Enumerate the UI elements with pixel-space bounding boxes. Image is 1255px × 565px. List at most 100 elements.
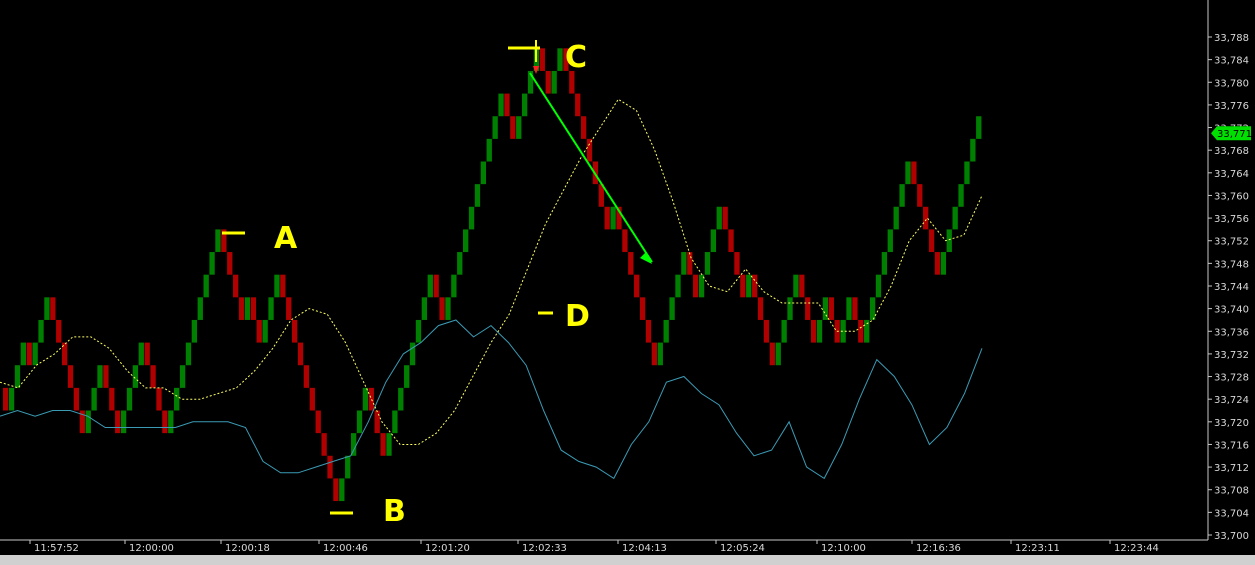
renko-brick-down bbox=[923, 206, 929, 230]
renko-brick-up bbox=[704, 252, 711, 275]
renko-brick-up bbox=[97, 365, 103, 388]
renko-brick-up bbox=[203, 274, 209, 298]
renko-brick-down bbox=[911, 161, 917, 185]
price-tick-label: 33,728 bbox=[1214, 373, 1249, 384]
price-tick-label: 33,720 bbox=[1214, 418, 1249, 429]
renko-brick-up bbox=[262, 319, 268, 343]
renko-brick-up bbox=[415, 319, 422, 343]
renko-brick-down bbox=[693, 274, 699, 298]
renko-brick-down bbox=[309, 387, 315, 411]
renko-brick-down bbox=[291, 319, 298, 343]
renko-brick-down bbox=[103, 365, 109, 388]
time-tick-label: 12:00:18 bbox=[225, 543, 270, 554]
renko-brick-up bbox=[492, 116, 498, 139]
time-tick-label: 12:10:00 bbox=[821, 543, 866, 554]
renko-brick-down bbox=[728, 229, 734, 253]
renko-brick-up bbox=[498, 93, 504, 117]
renko-brick-up bbox=[905, 161, 911, 185]
price-tick-label: 33,716 bbox=[1214, 440, 1249, 451]
time-tick-label: 12:00:46 bbox=[323, 543, 368, 554]
renko-brick-down bbox=[504, 93, 510, 117]
renko-brick-down bbox=[73, 387, 80, 411]
renko-brick-up bbox=[816, 319, 823, 343]
renko-brick-down bbox=[321, 433, 327, 456]
renko-brick-up bbox=[215, 229, 221, 253]
renko-brick-up bbox=[451, 274, 457, 298]
time-tick-label: 12:02:33 bbox=[522, 543, 567, 554]
price-tick-label: 33,788 bbox=[1214, 33, 1249, 44]
renko-brick-up bbox=[404, 365, 410, 388]
renko-brick-up bbox=[710, 229, 717, 253]
price-axis: 33,78833,78433,78033,77633,77233,76833,7… bbox=[1207, 0, 1252, 542]
renko-brick-down bbox=[150, 365, 156, 388]
renko-brick-up bbox=[174, 387, 180, 411]
renko-brick-down bbox=[928, 229, 935, 253]
renko-brick-down bbox=[852, 297, 858, 320]
renko-brick-down bbox=[757, 297, 764, 320]
renko-brick-down bbox=[297, 342, 304, 366]
renko-brick-up bbox=[746, 274, 752, 298]
renko-brick-down bbox=[162, 410, 168, 434]
renko-brick-up bbox=[274, 274, 280, 298]
renko-brick-down bbox=[56, 319, 62, 343]
renko-brick-up bbox=[409, 342, 416, 366]
annotation-label-a: A bbox=[274, 221, 298, 256]
time-tick-label: 12:05:24 bbox=[720, 543, 765, 554]
renko-brick-up bbox=[681, 252, 687, 275]
time-tick-label: 12:01:20 bbox=[425, 543, 470, 554]
price-tick-label: 33,700 bbox=[1214, 531, 1249, 542]
renko-brick-down bbox=[828, 297, 834, 320]
time-tick-label: 12:23:44 bbox=[1114, 543, 1159, 554]
renko-brick-down bbox=[315, 410, 321, 434]
renko-brick-up bbox=[427, 274, 433, 298]
annotation-label-b: B bbox=[383, 494, 406, 529]
renko-brick-up bbox=[386, 433, 392, 456]
price-chart[interactable]: ABCD 33,78833,78433,78033,77633,77233,76… bbox=[0, 0, 1255, 565]
renko-brick-up bbox=[657, 342, 663, 366]
horizontal-scrollbar[interactable] bbox=[0, 555, 1255, 565]
price-tick-label: 33,712 bbox=[1214, 463, 1249, 474]
renko-brick-down bbox=[510, 116, 516, 139]
renko-brick-down bbox=[368, 387, 374, 411]
renko-brick-up bbox=[557, 48, 563, 71]
renko-brick-down bbox=[604, 206, 610, 230]
renko-brick-down bbox=[250, 297, 256, 320]
renko-brick-up bbox=[899, 184, 905, 207]
renko-brick-up bbox=[940, 252, 947, 275]
time-tick-label: 12:00:00 bbox=[129, 543, 174, 554]
renko-brick-up bbox=[339, 478, 345, 502]
renko-brick-down bbox=[333, 478, 339, 502]
renko-brick-down bbox=[734, 252, 740, 275]
price-tick-label: 33,748 bbox=[1214, 259, 1249, 270]
renko-brick-down bbox=[256, 319, 262, 343]
renko-brick-down bbox=[645, 319, 652, 343]
renko-brick-down bbox=[238, 297, 245, 320]
time-axis: 11:57:52 12:00:00 12:00:18 12:00:46 12:01:20… bbox=[0, 539, 1255, 565]
renko-brick-down bbox=[622, 229, 628, 253]
renko-brick-down bbox=[810, 319, 817, 343]
renko-brick-up bbox=[551, 70, 557, 94]
renko-brick-up bbox=[787, 297, 793, 320]
price-tick-label: 33,732 bbox=[1214, 350, 1249, 361]
renko-brick-up bbox=[138, 342, 144, 366]
renko-brick-up bbox=[91, 387, 97, 411]
renko-brick-down bbox=[227, 252, 233, 275]
renko-brick-up bbox=[8, 387, 15, 411]
renko-brick-down bbox=[303, 365, 310, 388]
renko-brick-up bbox=[952, 206, 958, 230]
renko-brick-up bbox=[775, 342, 781, 366]
renko-brick-up bbox=[126, 387, 133, 411]
renko-brick-down bbox=[639, 297, 646, 320]
renko-brick-down bbox=[575, 93, 581, 117]
price-tick-label: 33,780 bbox=[1214, 78, 1249, 89]
renko-brick-down bbox=[628, 252, 634, 275]
renko-brick-up bbox=[209, 252, 215, 275]
renko-brick-up bbox=[32, 342, 38, 366]
last-price-label: 33,771 bbox=[1217, 129, 1252, 140]
renko-brick-up bbox=[197, 297, 203, 320]
renko-brick-down bbox=[50, 297, 56, 320]
renko-brick-up bbox=[946, 229, 952, 253]
renko-brick-up bbox=[120, 410, 127, 434]
renko-brick-up bbox=[846, 297, 852, 320]
renko-brick-up bbox=[244, 297, 251, 320]
